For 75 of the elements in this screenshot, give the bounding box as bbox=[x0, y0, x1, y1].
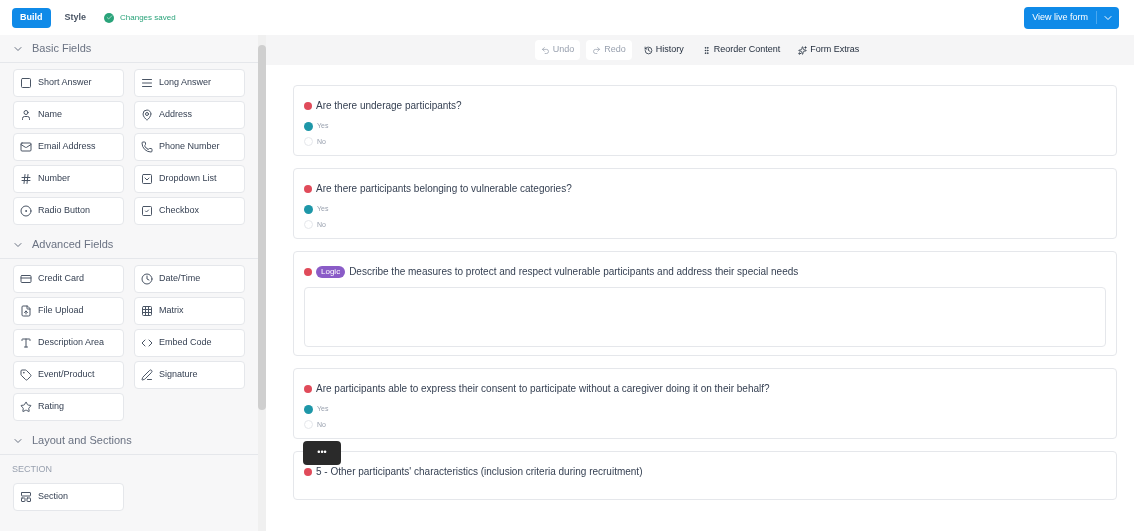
radio-button[interactable] bbox=[304, 121, 313, 131]
tag-icon bbox=[20, 369, 32, 381]
mode-tab[interactable]: Style bbox=[56, 7, 94, 28]
undo-icon bbox=[540, 45, 550, 55]
square-icon bbox=[20, 77, 32, 89]
field-tile[interactable]: Credit Card bbox=[13, 265, 124, 293]
question-title: 5 - Other participants' characteristics (inclusion criteria during recruitment) bbox=[316, 465, 643, 479]
scrollbar[interactable] bbox=[258, 35, 266, 531]
radio-button[interactable] bbox=[304, 404, 313, 414]
more-button[interactable]: ••• bbox=[303, 441, 341, 465]
group-heading: Advanced Fields bbox=[32, 237, 114, 253]
subheading: SECTION bbox=[11, 463, 53, 476]
save-status: Changes saved bbox=[120, 11, 176, 24]
field-tile[interactable]: Dropdown List bbox=[134, 165, 245, 193]
field-tile[interactable]: Long Answer bbox=[134, 69, 245, 97]
clock-icon bbox=[141, 273, 153, 285]
logic-badge: Logic bbox=[316, 265, 346, 278]
toolbar-button[interactable]: Reorder Content bbox=[695, 40, 787, 60]
mode-tab[interactable]: Build bbox=[12, 7, 51, 28]
group-heading: Basic Fields bbox=[32, 41, 92, 57]
grip-icon bbox=[701, 45, 711, 55]
layout-icon bbox=[20, 490, 32, 503]
view-form-label[interactable]: View live form bbox=[1024, 10, 1097, 25]
pin-icon bbox=[141, 109, 153, 121]
field-tile[interactable]: Date/Time bbox=[134, 265, 245, 293]
field-tile[interactable]: Matrix bbox=[134, 297, 245, 325]
question-title: Are participants able to express their consent to participate without a caregiver doing it on their behalf? bbox=[316, 382, 770, 396]
grid-icon bbox=[141, 305, 153, 317]
checkbox-icon bbox=[141, 205, 153, 217]
question-title: Describe the measures to protect and respect vulnerable participants and address their special needs bbox=[349, 265, 799, 279]
field-tile[interactable]: File Upload bbox=[13, 297, 124, 325]
field-tile[interactable]: Phone Number bbox=[134, 133, 245, 161]
field-tile[interactable]: Section bbox=[13, 482, 124, 511]
view-form-button[interactable]: View live form bbox=[1024, 6, 1119, 29]
pen-icon bbox=[141, 369, 153, 381]
field-tile[interactable]: Checkbox bbox=[134, 197, 245, 225]
text-area[interactable] bbox=[304, 287, 1106, 347]
radio-button[interactable] bbox=[304, 204, 313, 214]
toolbar-button[interactable]: History bbox=[637, 40, 690, 60]
field-tile[interactable]: Description Area bbox=[13, 329, 124, 357]
required-icon bbox=[304, 267, 312, 276]
required-icon bbox=[304, 101, 312, 110]
saved-icon bbox=[104, 12, 114, 23]
field-tile[interactable]: Address bbox=[134, 101, 245, 129]
question-title: Are there participants belonging to vulnerable categories? bbox=[316, 182, 572, 196]
field-tile[interactable]: Event/Product bbox=[13, 361, 124, 389]
group-heading: Layout and Sections bbox=[32, 433, 132, 449]
sparkle-icon bbox=[798, 45, 808, 55]
upload-icon bbox=[20, 305, 32, 317]
field-tile[interactable]: Number bbox=[13, 165, 124, 193]
toolbar-button[interactable]: Form Extras bbox=[792, 40, 866, 60]
person-icon bbox=[20, 109, 32, 121]
hash-icon bbox=[20, 173, 32, 185]
field-tile[interactable]: Short Answer bbox=[13, 69, 124, 97]
phone-icon bbox=[141, 141, 153, 153]
required-icon bbox=[304, 467, 312, 476]
star-icon bbox=[20, 401, 32, 413]
redo-icon bbox=[592, 45, 602, 55]
text-icon bbox=[20, 337, 32, 349]
field-tile[interactable]: Signature bbox=[134, 361, 245, 389]
code-icon bbox=[141, 337, 153, 349]
card-icon bbox=[20, 273, 32, 285]
required-icon bbox=[304, 384, 312, 393]
field-tile[interactable]: Rating bbox=[13, 393, 124, 421]
dropdown-icon bbox=[141, 173, 153, 185]
field-tile[interactable]: Radio Button bbox=[13, 197, 124, 225]
lines-icon bbox=[141, 77, 153, 89]
field-tile[interactable]: Email Address bbox=[13, 133, 124, 161]
field-tile[interactable]: Name bbox=[13, 101, 124, 129]
required-icon bbox=[304, 184, 312, 193]
question-title: Are there underage participants? bbox=[316, 99, 462, 113]
mail-icon bbox=[20, 141, 32, 153]
history-icon bbox=[643, 45, 653, 55]
field-tile[interactable]: Embed Code bbox=[134, 329, 245, 357]
radio-icon bbox=[20, 205, 32, 217]
